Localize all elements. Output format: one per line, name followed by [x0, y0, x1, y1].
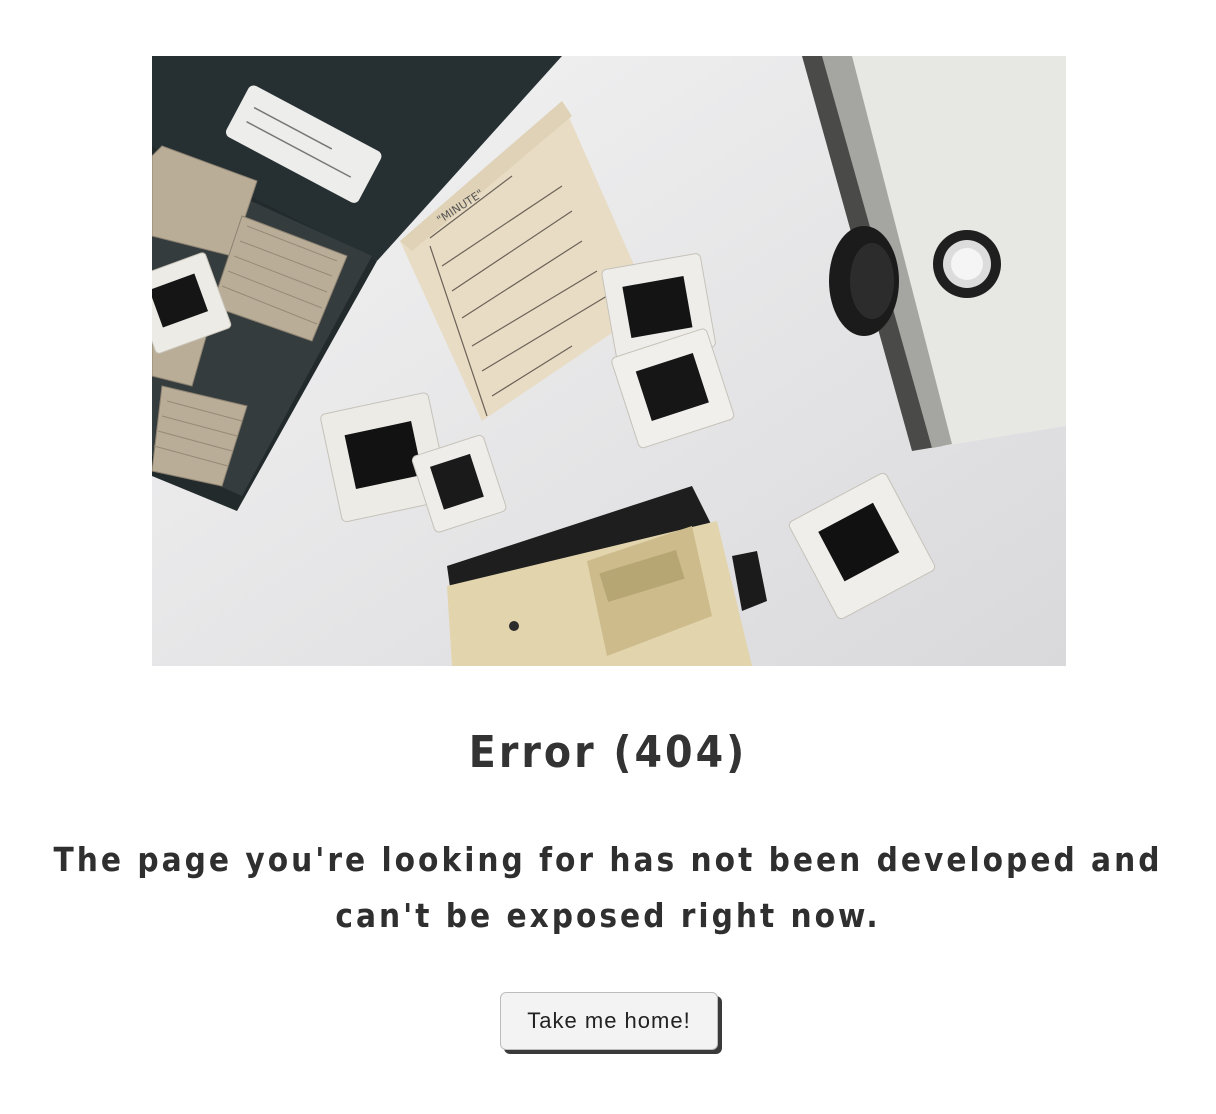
error-message: The page you're looking for has not been… [53, 840, 1163, 935]
take-me-home-button[interactable]: Take me home! [500, 992, 718, 1050]
hero-image: "MINUTE" [152, 56, 1066, 666]
error-title: Error (404) [468, 727, 748, 778]
